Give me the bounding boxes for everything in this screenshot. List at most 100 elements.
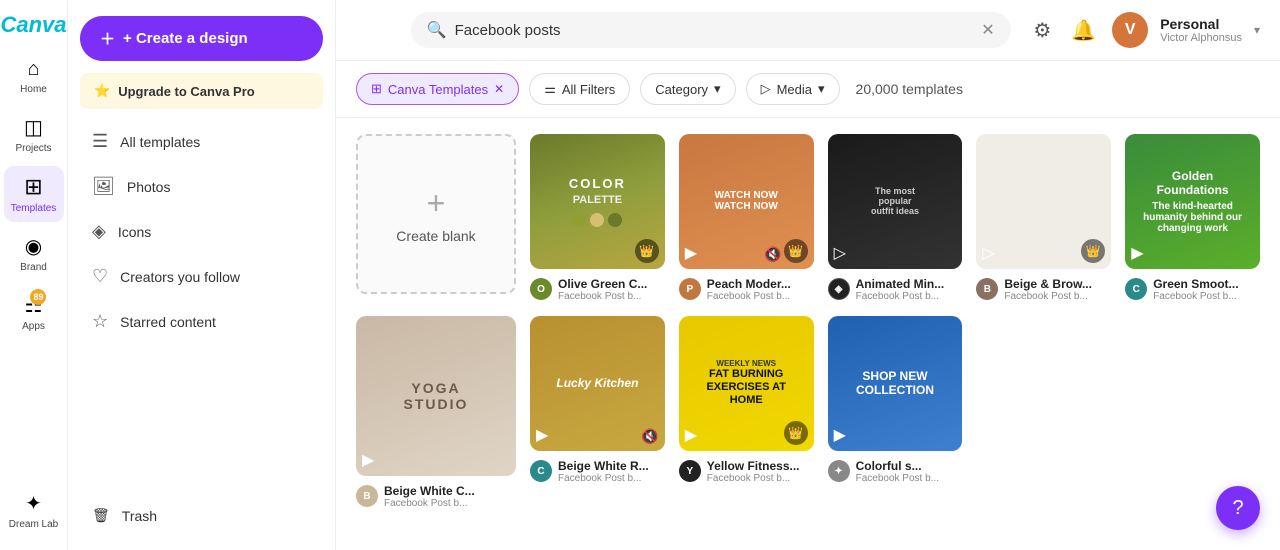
template-card-olive-green[interactable]: COLOR PALETTE 👑 O Olive Green C... (530, 134, 665, 302)
creators-label: Creators you follow (120, 269, 240, 285)
help-fab-button[interactable]: ? (1216, 486, 1260, 530)
sidebar-item-home[interactable]: ⌂ Home (4, 50, 64, 103)
card-sub-green: Facebook Post b... (1153, 291, 1238, 302)
upgrade-label: Upgrade to Canva Pro (118, 84, 255, 99)
photos-label: Photos (127, 179, 171, 195)
template-card-shop[interactable]: SHOP NEWCOLLECTION ▶ ✦ Colorful s... Fac… (828, 316, 963, 509)
mute-icon-kitchen: 🔇 (641, 428, 658, 445)
apps-badge: 89 (30, 289, 46, 305)
templates-grid-area: + Create blank COLOR PALETTE (336, 118, 1280, 550)
brand-icon: ◉ (25, 236, 42, 258)
card-info-green: Green Smoot... Facebook Post b... (1153, 277, 1238, 302)
sidebar-item-apps[interactable]: ⚏ 89 Apps (4, 285, 64, 340)
card-info-animated: Animated Min... Facebook Post b... (856, 277, 945, 302)
create-design-label: + Create a design (123, 30, 248, 47)
create-blank-card[interactable]: + Create blank (356, 134, 516, 302)
card-meta-beige: B Beige & Brow... Facebook Post b... (976, 277, 1111, 302)
upgrade-button[interactable]: ⭐ Upgrade to Canva Pro (80, 73, 323, 109)
icons-label: Icons (118, 224, 151, 240)
template-card-fitness[interactable]: WEEKLY NEWS FAT BURNINGEXERCISES AT HOME… (679, 316, 814, 509)
notifications-button[interactable]: 🔔 (1067, 14, 1100, 47)
home-icon: ⌂ (27, 58, 39, 81)
all-filters-button[interactable]: ⚌ All Filters (529, 73, 630, 105)
canva-templates-filter-label: Canva Templates (388, 82, 488, 97)
user-name: Personal (1160, 16, 1242, 32)
template-card-yoga[interactable]: YOGASTUDIO ▶ B Beige White C... Facebook… (356, 316, 516, 509)
card-title-green: Green Smoot... (1153, 277, 1238, 291)
projects-icon: ◫ (24, 115, 43, 140)
play-icon-green: ▶ (1131, 243, 1143, 263)
create-design-plus-icon: ＋ (100, 28, 115, 49)
create-design-button[interactable]: ＋ + Create a design (80, 16, 323, 61)
media-icon: ▷ (761, 81, 771, 97)
mute-icon-peach: 🔇 (764, 246, 781, 263)
thumbnail-animated: The mostpopularoutfit ideas ▷ (828, 134, 963, 269)
remove-filter-icon[interactable]: ✕ (494, 82, 504, 96)
sidebar: ＋ + Create a design ⭐ Upgrade to Canva P… (68, 0, 336, 550)
icons-icon: ◈ (92, 221, 106, 242)
thumbnail-lucky-kitchen: Lucky Kitchen ▶ 🔇 (530, 316, 665, 451)
canva-logo[interactable]: Canva (0, 12, 66, 38)
search-bar[interactable]: 🔍 ✕ (411, 12, 1011, 48)
settings-button[interactable]: ⚙ (1029, 14, 1055, 47)
nav-rail: Canva ⌂ Home ◫ Projects ⊞ Templates ◉ Br… (0, 0, 68, 550)
sidebar-item-photos[interactable]: 🖼 Photos (80, 166, 323, 207)
card-avatar-green: C (1125, 278, 1147, 300)
card-avatar-kitchen: C (530, 460, 552, 482)
all-templates-label: All templates (120, 134, 200, 150)
card-sub-peach: Facebook Post b... (707, 291, 791, 302)
thumb-scene-yoga: YOGASTUDIO (356, 316, 516, 476)
template-card-lucky-kitchen[interactable]: Lucky Kitchen ▶ 🔇 C Beige White R... Fac… (530, 316, 665, 509)
starred-label: Starred content (120, 314, 216, 330)
search-icon: 🔍 (427, 20, 447, 40)
sidebar-item-creators[interactable]: ♡ Creators you follow (80, 256, 323, 297)
thumbnail-olive-green: COLOR PALETTE 👑 (530, 134, 665, 269)
create-blank-plus-icon: + (427, 185, 446, 222)
avatar[interactable]: V (1112, 12, 1148, 48)
crown-icon-beige: 👑 (1081, 239, 1105, 263)
thumb-scene-green: Golden Foundations The kind-heartedhuman… (1125, 134, 1260, 269)
template-card-peach[interactable]: WATCH NOWWATCH NOW ▶ 🔇 👑 P Peach Moder..… (679, 134, 814, 302)
sidebar-item-brand[interactable]: ◉ Brand (4, 226, 64, 281)
clear-search-icon[interactable]: ✕ (981, 20, 994, 40)
template-card-animated[interactable]: The mostpopularoutfit ideas ▷ ◈ Animated… (828, 134, 963, 302)
card-avatar-animated: ◈ (828, 278, 850, 300)
sidebar-item-dreamlab[interactable]: ✦ Dream Lab (4, 483, 64, 538)
card-title-yoga: Beige White C... (384, 484, 475, 498)
media-chevron-icon: ▾ (818, 81, 825, 97)
crown-icon-peach: 👑 (784, 239, 808, 263)
upgrade-star-icon: ⭐ (94, 83, 110, 99)
nav-dreamlab-label: Dream Lab (9, 519, 58, 530)
play-icon-fitness: ▶ (685, 425, 697, 445)
thumbnail-beige: ▷ 👑 (976, 134, 1111, 269)
trash-label: Trash (122, 508, 157, 524)
media-filter-button[interactable]: ▷ Media ▾ (746, 73, 840, 105)
category-filter-button[interactable]: Category ▾ (640, 73, 735, 105)
sidebar-item-all-templates[interactable]: ☰ All templates (80, 121, 323, 162)
category-chevron-icon: ▾ (714, 81, 721, 97)
sidebar-item-templates[interactable]: ⊞ Templates (4, 166, 64, 222)
canva-templates-filter-icon: ⊞ (371, 81, 382, 97)
user-plan: Victor Alphonsus (1160, 32, 1242, 44)
starred-icon: ☆ (92, 311, 108, 332)
canva-templates-filter[interactable]: ⊞ Canva Templates ✕ (356, 73, 519, 105)
sidebar-item-starred[interactable]: ☆ Starred content (80, 301, 323, 342)
all-filters-label: All Filters (562, 82, 615, 97)
sidebar-item-trash[interactable]: 🗑 Trash (80, 497, 323, 534)
thumb-scene-animated: The mostpopularoutfit ideas (828, 134, 963, 269)
search-input[interactable] (455, 22, 974, 39)
card-info-fitness: Yellow Fitness... Facebook Post b... (707, 459, 800, 484)
play-icon-beige: ▷ (982, 243, 994, 263)
card-meta-peach: P Peach Moder... Facebook Post b... (679, 277, 814, 302)
template-card-green-smooth[interactable]: Golden Foundations The kind-heartedhuman… (1125, 134, 1260, 302)
card-info-olive: Olive Green C... Facebook Post b... (558, 277, 647, 302)
card-meta-kitchen: C Beige White R... Facebook Post b... (530, 459, 665, 484)
card-sub-fitness: Facebook Post b... (707, 473, 800, 484)
thumbnail-fitness: WEEKLY NEWS FAT BURNINGEXERCISES AT HOME… (679, 316, 814, 451)
sidebar-item-projects[interactable]: ◫ Projects (4, 107, 64, 162)
filter-icon: ⚌ (544, 81, 556, 97)
sidebar-item-icons[interactable]: ◈ Icons (80, 211, 323, 252)
header-right: ⚙ 🔔 V Personal Victor Alphonsus ▾ (1029, 12, 1260, 48)
template-card-beige[interactable]: ▷ 👑 B Beige & Brow... Facebook Post b... (976, 134, 1111, 302)
chevron-down-icon[interactable]: ▾ (1254, 23, 1260, 37)
